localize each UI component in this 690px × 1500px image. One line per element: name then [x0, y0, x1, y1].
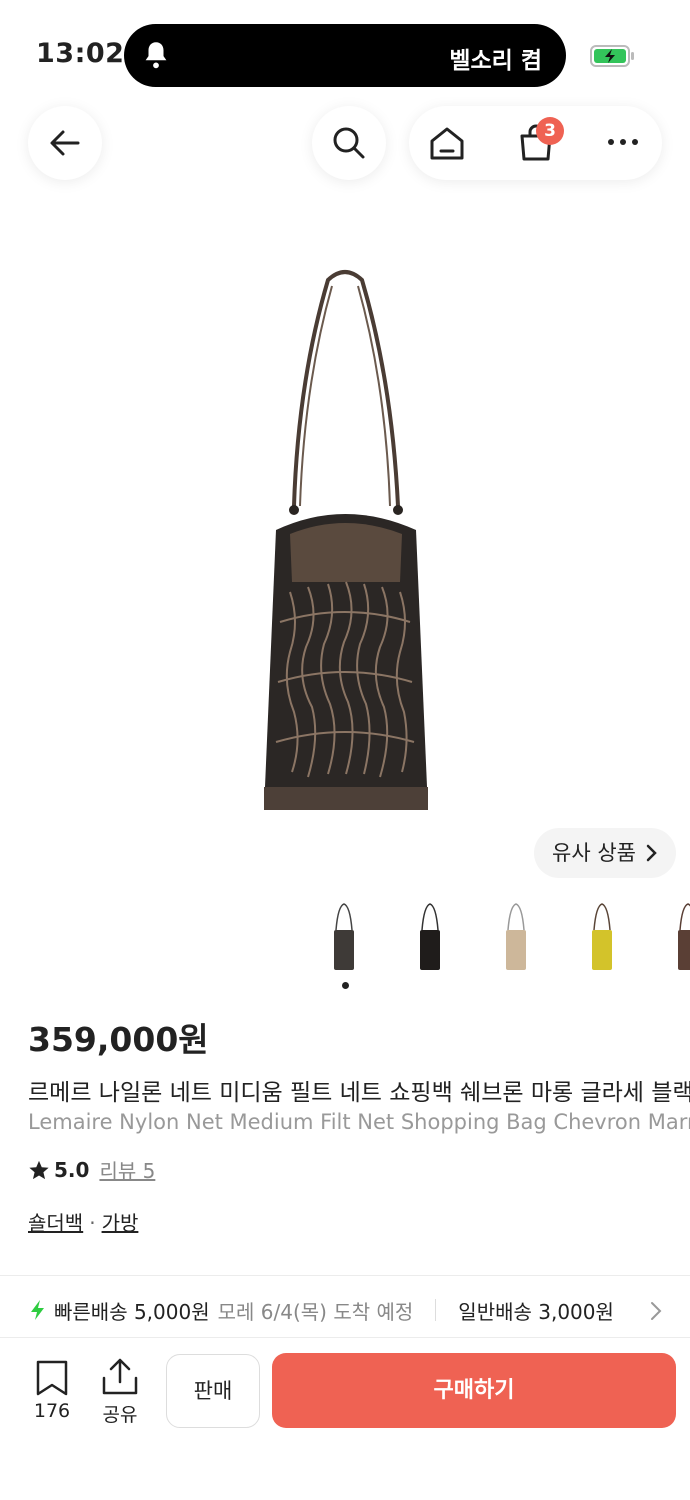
nav-action-group: 3 [409, 106, 662, 180]
back-arrow-icon [50, 130, 80, 156]
chevron-right-icon [651, 1302, 662, 1320]
cart-count-badge: 3 [536, 117, 564, 145]
bottom-action-bar: 176 공유 판매 구매하기 [0, 1340, 690, 1500]
bookmark-count: 176 [33, 1400, 71, 1422]
lightning-icon [31, 1300, 44, 1320]
ringer-status-text: 벨소리 켬 [449, 48, 542, 74]
thumbnail-indicator-dot [342, 982, 349, 989]
star-icon [29, 1160, 49, 1179]
category-link-shoulder-bag[interactable]: 숄더백 [28, 1211, 83, 1235]
dynamic-island: 벨소리 켬 [124, 24, 566, 87]
more-icon[interactable] [607, 137, 639, 147]
rating-row: 5.0 리뷰 5 [28, 1155, 155, 1184]
product-image[interactable] [250, 262, 440, 822]
buy-button[interactable]: 구매하기 [272, 1353, 676, 1428]
bell-icon [145, 42, 167, 69]
thumbnail-item[interactable] [498, 900, 534, 974]
fast-delivery-label: 빠른배송 5,000원 [54, 1299, 210, 1324]
share-label: 공유 [102, 1404, 138, 1426]
thumbnail-item[interactable] [670, 900, 690, 974]
divider [0, 1275, 690, 1276]
fast-delivery-date: 모레 6/4(목) 도착 예정 [217, 1299, 414, 1324]
back-button[interactable] [28, 106, 102, 180]
review-link[interactable]: 리뷰 5 [99, 1155, 155, 1184]
status-time: 13:02 [36, 38, 125, 69]
bookmark-icon[interactable] [34, 1360, 70, 1396]
divider [0, 1337, 690, 1338]
shipping-info-row[interactable]: 빠른배송 5,000원 모레 6/4(목) 도착 예정 일반배송 3,000원 [28, 1295, 668, 1325]
chevron-right-icon [646, 844, 657, 862]
battery-charging-icon [590, 45, 634, 67]
product-title-english: Lemaire Nylon Net Medium Filt Net Shoppi… [28, 1110, 690, 1134]
search-icon [333, 127, 365, 159]
similar-products-button[interactable]: 유사 상품 [534, 828, 676, 878]
normal-delivery-label: 일반배송 3,000원 [458, 1299, 614, 1324]
similar-products-label: 유사 상품 [552, 841, 636, 865]
home-icon[interactable] [428, 125, 466, 161]
category-separator: · [89, 1211, 96, 1235]
share-icon[interactable] [100, 1358, 140, 1396]
product-title-korean: 르메르 나일론 네트 미디움 필트 네트 쇼핑백 쉐브론 마롱 글라세 블랙 [28, 1080, 690, 1106]
rating-value: 5.0 [54, 1157, 90, 1182]
status-bar: 13:02 벨소리 켬 [0, 0, 690, 100]
shipping-separator [435, 1299, 437, 1321]
category-link-bag[interactable]: 가방 [102, 1211, 139, 1235]
search-button[interactable] [312, 106, 386, 180]
thumbnail-item[interactable] [412, 900, 448, 974]
sell-button[interactable]: 판매 [166, 1354, 260, 1428]
category-breadcrumb: 숄더백 · 가방 [28, 1207, 138, 1236]
product-price: 359,000원 [28, 1020, 209, 1059]
thumbnail-strip [0, 900, 690, 980]
thumbnail-item[interactable] [326, 900, 362, 974]
thumbnail-item[interactable] [584, 900, 620, 974]
